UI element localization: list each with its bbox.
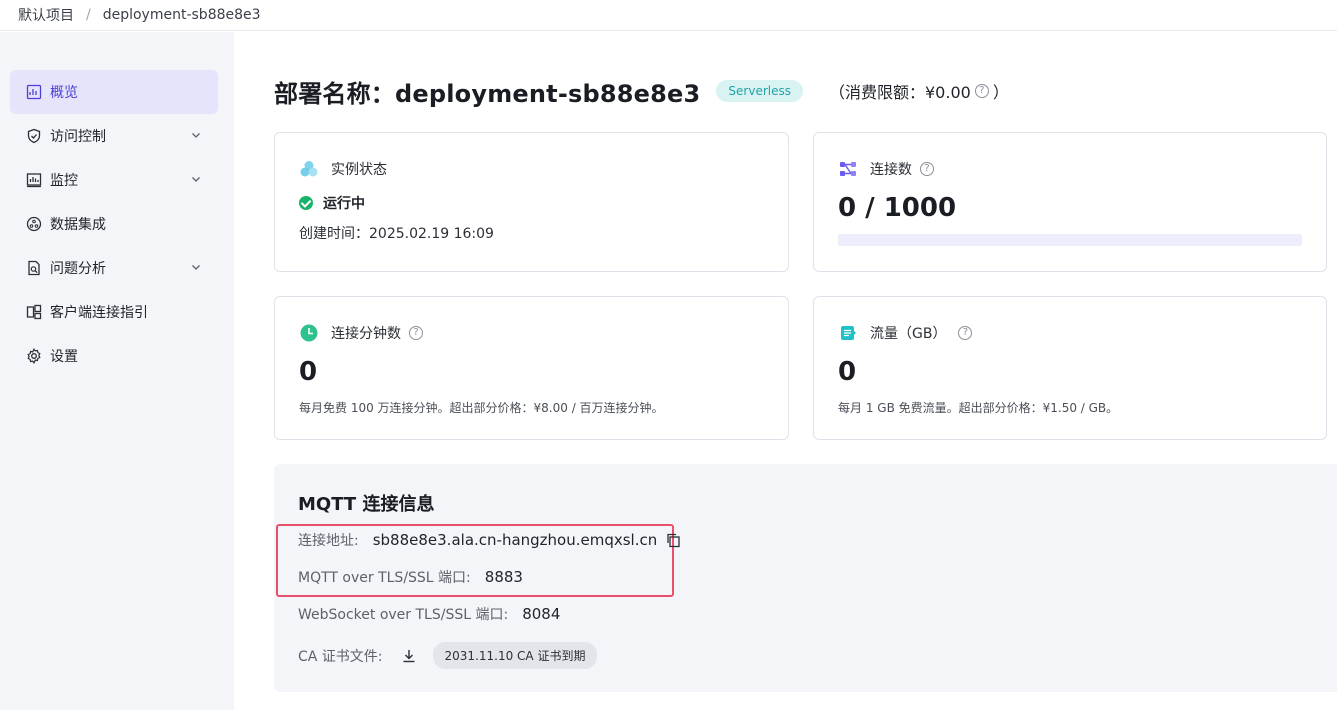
sidebar-item-monitoring[interactable]: 监控 — [10, 158, 218, 202]
address-label: 连接地址: — [298, 533, 359, 549]
client-guide-icon — [26, 304, 42, 320]
sidebar: 概览 访问控制 监控 数据集成 问题分析 客户端连接指引 设置 — [0, 32, 234, 710]
sidebar-item-settings[interactable]: 设置 — [10, 334, 218, 378]
breadcrumb-deployment: deployment-sb88e8e3 — [102, 7, 261, 23]
created-time: 创建时间：2025.02.19 16:09 — [299, 226, 494, 242]
instance-status-card: 实例状态 运行中 创建时间：2025.02.19 16:09 — [274, 132, 789, 272]
check-circle-icon — [299, 196, 313, 210]
spending-limit: （消费限额：¥0.00 ? ） — [829, 79, 1009, 103]
address-row: 连接地址: sb88e8e3.ala.cn-hangzhou.emqxsl.cn — [298, 530, 681, 550]
sidebar-item-label: 概览 — [50, 85, 78, 101]
help-icon[interactable]: ? — [958, 326, 973, 340]
gear-icon — [26, 348, 42, 364]
analysis-icon — [26, 260, 42, 276]
card-header: 连接数 ? — [838, 159, 938, 179]
mqtt-section-title: MQTT 连接信息 — [298, 494, 435, 515]
traffic-card: 流量（GB） ? 0 每月 1 GB 免费流量。超出部分价格：¥1.50 / G… — [813, 296, 1327, 440]
traffic-value: 0 — [838, 357, 857, 387]
connections-value: 0 / 1000 — [838, 193, 957, 223]
ca-cert-expiry-badge: 2031.11.10 CA 证书到期 — [432, 642, 598, 669]
sidebar-item-issue-analysis[interactable]: 问题分析 — [10, 246, 218, 290]
connections-card: 连接数 ? 0 / 1000 — [813, 132, 1327, 272]
websocket-port-label: WebSocket over TLS/SSL 端口: — [298, 607, 509, 623]
chevron-down-icon[interactable] — [190, 129, 202, 141]
copy-icon[interactable] — [665, 532, 681, 548]
sidebar-item-label: 客户端连接指引 — [50, 305, 148, 321]
main-content: 部署名称：deployment-sb88e8e3 Serverless （消费限… — [234, 32, 1337, 710]
chart-icon — [26, 172, 42, 188]
sidebar-item-label: 监控 — [50, 173, 78, 189]
connections-icon — [838, 159, 858, 179]
traffic-pricing-note: 每月 1 GB 免费流量。超出部分价格：¥1.50 / GB。 — [838, 401, 1119, 415]
minutes-pricing-note: 每月免费 100 万连接分钟。超出部分价格：¥8.00 / 百万连接分钟。 — [299, 401, 664, 415]
card-title: 连接分钟数 — [331, 326, 401, 342]
sidebar-item-data-integration[interactable]: 数据集成 — [10, 202, 218, 246]
integration-icon — [26, 216, 42, 232]
chevron-down-icon[interactable] — [190, 261, 202, 273]
breadcrumb-project[interactable]: 默认项目 — [18, 5, 74, 25]
tls-port-value: 8883 — [484, 568, 523, 586]
spending-limit-close: ） — [992, 83, 1009, 102]
card-header: 流量（GB） ? — [838, 323, 976, 343]
spending-limit-text: （消费限额：¥0.00 — [829, 83, 971, 102]
ca-cert-label: CA 证书文件: — [298, 648, 383, 665]
card-title: 流量（GB） — [870, 326, 947, 342]
sidebar-item-label: 数据集成 — [50, 217, 106, 233]
connection-minutes-card: 连接分钟数 ? 0 每月免费 100 万连接分钟。超出部分价格：¥8.00 / … — [274, 296, 789, 440]
connections-progress-bar — [838, 234, 1302, 246]
sidebar-item-client-guide[interactable]: 客户端连接指引 — [10, 290, 218, 334]
help-icon[interactable]: ? — [974, 84, 989, 98]
sidebar-item-label: 问题分析 — [50, 261, 106, 277]
help-icon[interactable]: ? — [920, 162, 934, 176]
ca-cert-row: CA 证书文件: 2031.11.10 CA 证书到期 — [298, 642, 598, 669]
breadcrumb-separator: / — [86, 7, 91, 23]
sidebar-item-label: 设置 — [50, 349, 78, 365]
card-title: 实例状态 — [331, 162, 387, 178]
status-indicator: 运行中 — [299, 193, 365, 213]
download-icon[interactable] — [401, 648, 417, 664]
title-row: 部署名称：deployment-sb88e8e3 Serverless （消费限… — [274, 74, 1009, 108]
plan-badge: Serverless — [716, 80, 803, 102]
clock-icon — [299, 323, 319, 343]
dashboard-icon — [26, 84, 42, 100]
tls-port-label: MQTT over TLS/SSL 端口: — [298, 570, 471, 586]
card-title: 连接数 — [870, 162, 912, 178]
chevron-down-icon[interactable] — [190, 173, 202, 185]
help-icon[interactable]: ? — [409, 326, 423, 340]
tls-port-row: MQTT over TLS/SSL 端口: 8883 — [298, 567, 523, 587]
sidebar-item-overview[interactable]: 概览 — [10, 70, 218, 114]
traffic-icon — [838, 323, 858, 343]
websocket-port-row: WebSocket over TLS/SSL 端口: 8084 — [298, 604, 560, 624]
shield-icon — [26, 128, 42, 144]
sidebar-item-access-control[interactable]: 访问控制 — [10, 114, 218, 158]
websocket-port-value: 8084 — [522, 605, 561, 623]
status-text: 运行中 — [323, 196, 365, 212]
page-title: 部署名称：deployment-sb88e8e3 — [274, 79, 701, 108]
sidebar-item-label: 访问控制 — [50, 129, 106, 145]
instance-icon — [299, 159, 319, 179]
card-header: 连接分钟数 ? — [299, 323, 427, 343]
address-value: sb88e8e3.ala.cn-hangzhou.emqxsl.cn — [372, 531, 658, 549]
mqtt-info-panel: MQTT 连接信息 连接地址: sb88e8e3.ala.cn-hangzhou… — [274, 464, 1337, 692]
minutes-value: 0 — [299, 357, 318, 387]
card-header: 实例状态 — [299, 159, 387, 179]
breadcrumb: 默认项目 / deployment-sb88e8e3 — [0, 0, 1337, 31]
